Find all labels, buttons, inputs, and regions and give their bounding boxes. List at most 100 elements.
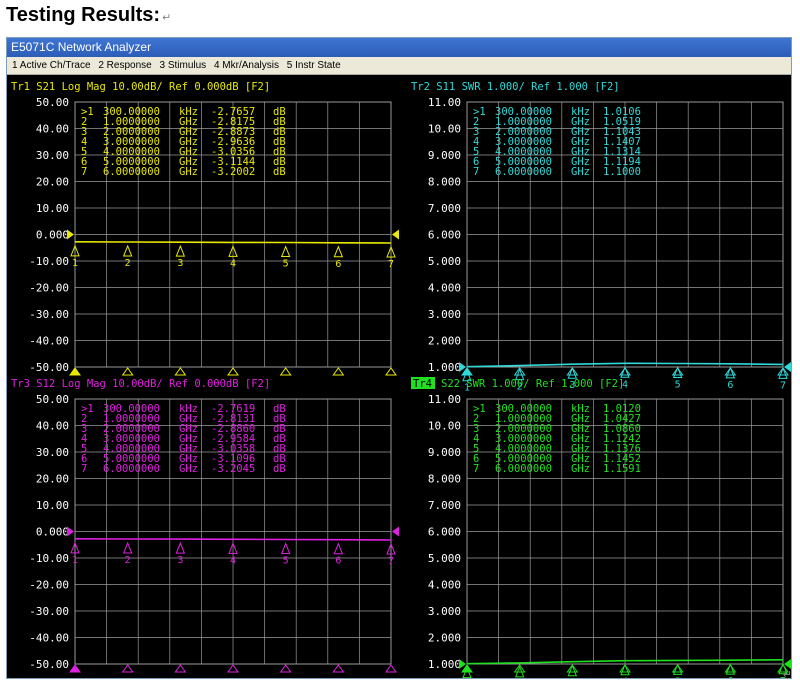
marker-frequency: 6.0000000	[103, 166, 160, 178]
marker-number: 6	[727, 676, 733, 678]
marker-index: 7	[473, 166, 479, 178]
y-tick-label: 11.00	[428, 393, 461, 406]
y-tick-label: 30.00	[36, 149, 69, 162]
y-tick-label: 40.00	[36, 123, 69, 136]
stimulus-marker-icon	[724, 664, 737, 673]
y-tick-label: 10.00	[36, 499, 69, 512]
ref-right-arrow-icon	[392, 229, 399, 240]
y-tick-label: 10.00	[36, 202, 69, 215]
marker-triangle-icon	[175, 244, 186, 257]
marker-number: 3	[177, 555, 183, 566]
marker-number: 7	[388, 259, 394, 270]
y-tick-label: 50.00	[36, 96, 69, 109]
trace-header: Tr2 S11 SWR 1.000/ Ref 1.000 [F2]	[411, 81, 620, 93]
return-mark: ↵	[162, 12, 172, 24]
panel-tr3: Tr3 S12 Log Mag 10.00dB/ Ref 0.000dB [F2…	[11, 378, 399, 673]
marker-unit: GHz	[179, 166, 198, 178]
trace-header: S22 SWR 1.000/ Ref 1.000 [F2]	[441, 378, 624, 390]
panel-tr2: Tr2 S11 SWR 1.000/ Ref 1.000 [F2] 11.00 10…	[411, 81, 791, 394]
trace-line	[74, 241, 392, 244]
y-tick-label: 30.00	[36, 446, 69, 459]
marker-triangle-icon	[175, 541, 186, 554]
y-tick-label: 10.00	[428, 123, 461, 136]
marker-value-unit: dB	[273, 463, 286, 475]
stimulus-marker-icon	[671, 367, 684, 376]
marker-unit: GHz	[571, 166, 590, 178]
stimulus-marker-icon	[227, 664, 239, 673]
marker-triangle-icon	[567, 664, 578, 677]
stimulus-marker-icon	[385, 367, 397, 376]
y-tick-label: 5.000	[428, 552, 461, 565]
marker-number: 6	[727, 380, 733, 391]
marker-triangle-icon	[280, 542, 291, 555]
marker-unit: GHz	[179, 463, 198, 475]
y-tick-label: 7.000	[428, 202, 461, 215]
y-tick-label: 40.00	[36, 420, 69, 433]
marker-number: 7	[388, 556, 394, 567]
stimulus-marker-icon	[121, 664, 134, 673]
y-tick-label: 11.00	[428, 96, 461, 109]
marker-value: -3.2002	[211, 166, 255, 178]
page-heading: Testing Results: ↵	[6, 4, 171, 27]
y-tick-label: -10.00	[29, 255, 69, 268]
marker-value: -3.2045	[211, 463, 255, 475]
marker-frequency: 6.0000000	[495, 463, 552, 475]
stimulus-marker-icon	[174, 664, 187, 673]
y-tick-label: -30.00	[29, 308, 69, 321]
panel-tr1: Tr1 S21 Log Mag 10.00dB/ Ref 0.000dB [F2…	[11, 81, 399, 376]
stimulus-marker-icon	[619, 367, 631, 376]
stimulus-marker-icon	[385, 664, 397, 673]
marker-value: 1.1591	[603, 463, 641, 475]
marker-triangle-icon	[122, 244, 133, 257]
marker-number: 1	[72, 258, 78, 269]
marker-number: 5	[675, 380, 681, 391]
y-tick-label: -40.00	[29, 632, 69, 645]
marker-triangle-icon	[725, 366, 736, 379]
panel-tr4: Tr4 S22 SWR 1.000/ Ref 1.000 [F2] 11.00 10.…	[411, 377, 791, 678]
stimulus-marker-icon	[279, 367, 292, 376]
stimulus-marker-icon	[332, 367, 345, 376]
y-tick-label: -50.00	[29, 361, 69, 374]
marker-number: 3	[177, 258, 183, 269]
y-tick-label: -30.00	[29, 605, 69, 618]
y-tick-label: -40.00	[29, 335, 69, 348]
ref-left-arrow-icon	[67, 526, 74, 537]
stimulus-marker-icon	[69, 664, 81, 673]
stimulus-marker-icon	[279, 664, 292, 673]
marker-index: 7	[81, 166, 87, 178]
stimulus-marker-icon	[461, 664, 473, 673]
y-tick-label: 50.00	[36, 393, 69, 406]
y-tick-label: 1.000	[428, 658, 461, 671]
y-tick-label: 8.000	[428, 176, 461, 189]
marker-value: 1.1000	[603, 166, 641, 178]
marker-index: 7	[473, 463, 479, 475]
marker-number: 5	[675, 676, 681, 678]
y-tick-label: 6.000	[428, 526, 461, 539]
analyzer-window: E5071C Network Analyzer 1 Active Ch/Trac…	[6, 37, 792, 679]
stimulus-marker-icon	[174, 367, 187, 376]
marker-triangle-icon	[333, 245, 344, 258]
marker-triangle-icon	[567, 366, 578, 379]
y-tick-label: 9.000	[428, 446, 461, 459]
y-tick-label: -20.00	[29, 579, 69, 592]
y-tick-label: 0.000	[36, 229, 69, 242]
y-tick-label: -10.00	[29, 552, 69, 565]
end-return-mark: ↵	[782, 669, 792, 681]
y-tick-label: 2.000	[428, 632, 461, 645]
marker-triangle-icon	[280, 245, 291, 258]
ref-right-arrow-icon	[392, 526, 399, 537]
marker-number: 5	[283, 259, 289, 270]
y-tick-label: 8.000	[428, 473, 461, 486]
marker-number: 1	[72, 555, 78, 566]
marker-number: 4	[622, 677, 628, 678]
trace-label: Tr4	[413, 378, 432, 390]
y-tick-label: 20.00	[36, 473, 69, 486]
measurement-display: Tr1 S21 Log Mag 10.00dB/ Ref 0.000dB [F2…	[11, 81, 791, 678]
marker-number: 5	[283, 556, 289, 567]
stimulus-marker-icon	[69, 367, 81, 376]
y-tick-label: -50.00	[29, 658, 69, 671]
marker-triangle-icon	[333, 542, 344, 555]
heading-text: Testing Results:	[6, 4, 161, 26]
marker-number: 4	[230, 555, 236, 566]
marker-frequency: 6.0000000	[103, 463, 160, 475]
